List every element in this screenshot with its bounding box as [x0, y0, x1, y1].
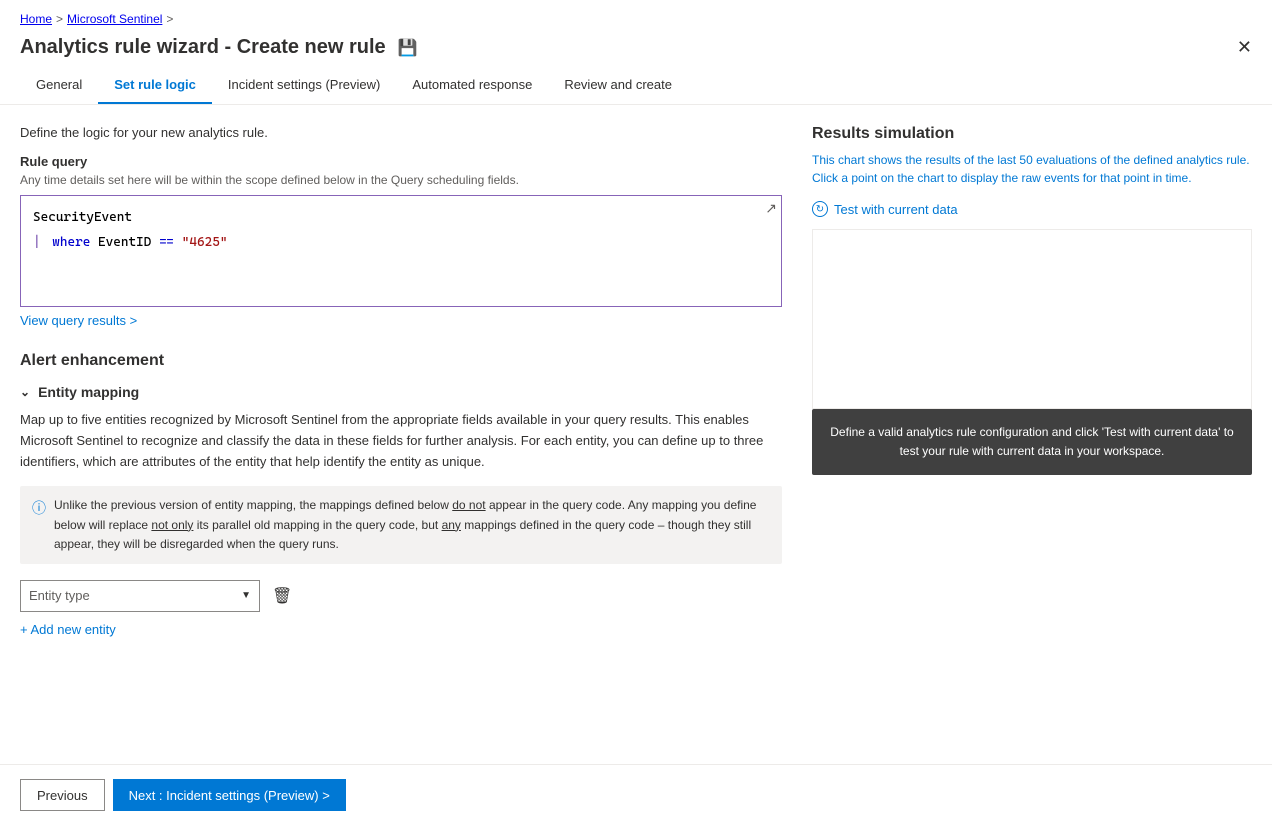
page-title: Analytics rule wizard - Create new rule [20, 36, 386, 59]
query-op: == [159, 235, 174, 250]
tab-review-and-create[interactable]: Review and create [548, 67, 688, 104]
add-entity-label: + Add new entity [20, 622, 116, 637]
main-content: Define the logic for your new analytics … [0, 105, 1272, 764]
query-where-kw: where [52, 235, 90, 250]
test-with-current-data-link[interactable]: ↻ Test with current data [812, 201, 1252, 217]
delete-entity-button[interactable]: 🗑 [268, 582, 296, 610]
info-icon: ⓘ [32, 497, 46, 554]
tab-bar: General Set rule logic Incident settings… [0, 67, 1272, 105]
left-panel: Define the logic for your new analytics … [20, 125, 792, 764]
save-icon-button[interactable]: 💾 [398, 38, 418, 58]
close-button[interactable]: ✕ [1237, 37, 1252, 58]
footer: Previous Next : Incident settings (Previ… [0, 764, 1272, 825]
rule-query-label: Rule query [20, 154, 782, 169]
query-value: "4625" [182, 235, 228, 250]
entity-mapping-label: Entity mapping [38, 384, 139, 400]
entity-type-placeholder: Entity type [29, 588, 90, 603]
pipe-indicator: | [33, 235, 41, 250]
breadcrumb-sep1: > [56, 12, 63, 26]
breadcrumb-sep2: > [166, 12, 173, 26]
chevron-down-icon: ▼ [241, 590, 251, 601]
entity-mapping-description: Map up to five entities recognized by Mi… [20, 410, 782, 472]
breadcrumb: Home > Microsoft Sentinel > [0, 0, 1272, 32]
results-simulation-description: This chart shows the results of the last… [812, 151, 1252, 187]
rule-query-sublabel: Any time details set here will be within… [20, 173, 782, 187]
chart-placeholder [812, 229, 1252, 409]
query-field: EventID [98, 235, 151, 250]
expand-icon[interactable]: ↗ [765, 200, 777, 217]
query-text-security-event: SecurityEvent [33, 210, 132, 225]
breadcrumb-home[interactable]: Home [20, 12, 52, 26]
right-panel: Results simulation This chart shows the … [812, 125, 1252, 764]
query-editor-display[interactable]: SecurityEvent | where EventID == "4625" [21, 196, 781, 306]
view-results-link[interactable]: View query results > [20, 313, 137, 328]
query-line-1: SecurityEvent [33, 206, 769, 231]
query-editor-container: SecurityEvent | where EventID == "4625" … [20, 195, 782, 307]
tab-automated-response[interactable]: Automated response [396, 67, 548, 104]
info-box: ⓘ Unlike the previous version of entity … [20, 486, 782, 564]
query-line-2: | where EventID == "4625" [33, 231, 769, 256]
breadcrumb-sentinel[interactable]: Microsoft Sentinel [67, 12, 162, 26]
refresh-icon: ↻ [812, 201, 828, 217]
info-text: Unlike the previous version of entity ma… [54, 496, 770, 554]
previous-button[interactable]: Previous [20, 779, 105, 811]
tab-set-rule-logic[interactable]: Set rule logic [98, 67, 212, 104]
collapse-chevron-icon: ⌄ [20, 385, 30, 399]
tab-general[interactable]: General [20, 67, 98, 104]
add-new-entity-button[interactable]: + Add new entity [20, 622, 116, 637]
entity-type-dropdown[interactable]: Entity type ▼ [20, 580, 260, 612]
test-link-label: Test with current data [834, 202, 958, 217]
entity-mapping-header[interactable]: ⌄ Entity mapping [20, 384, 782, 400]
title-bar: Analytics rule wizard - Create new rule … [0, 32, 1272, 67]
entity-type-row: Entity type ▼ 🗑 [20, 580, 782, 612]
next-button[interactable]: Next : Incident settings (Preview) > [113, 779, 346, 811]
alert-enhancement-title: Alert enhancement [20, 352, 782, 370]
tooltip-box: Define a valid analytics rule configurat… [812, 409, 1252, 475]
results-simulation-title: Results simulation [812, 125, 1252, 143]
section-description: Define the logic for your new analytics … [20, 125, 782, 140]
tab-incident-settings[interactable]: Incident settings (Preview) [212, 67, 396, 104]
